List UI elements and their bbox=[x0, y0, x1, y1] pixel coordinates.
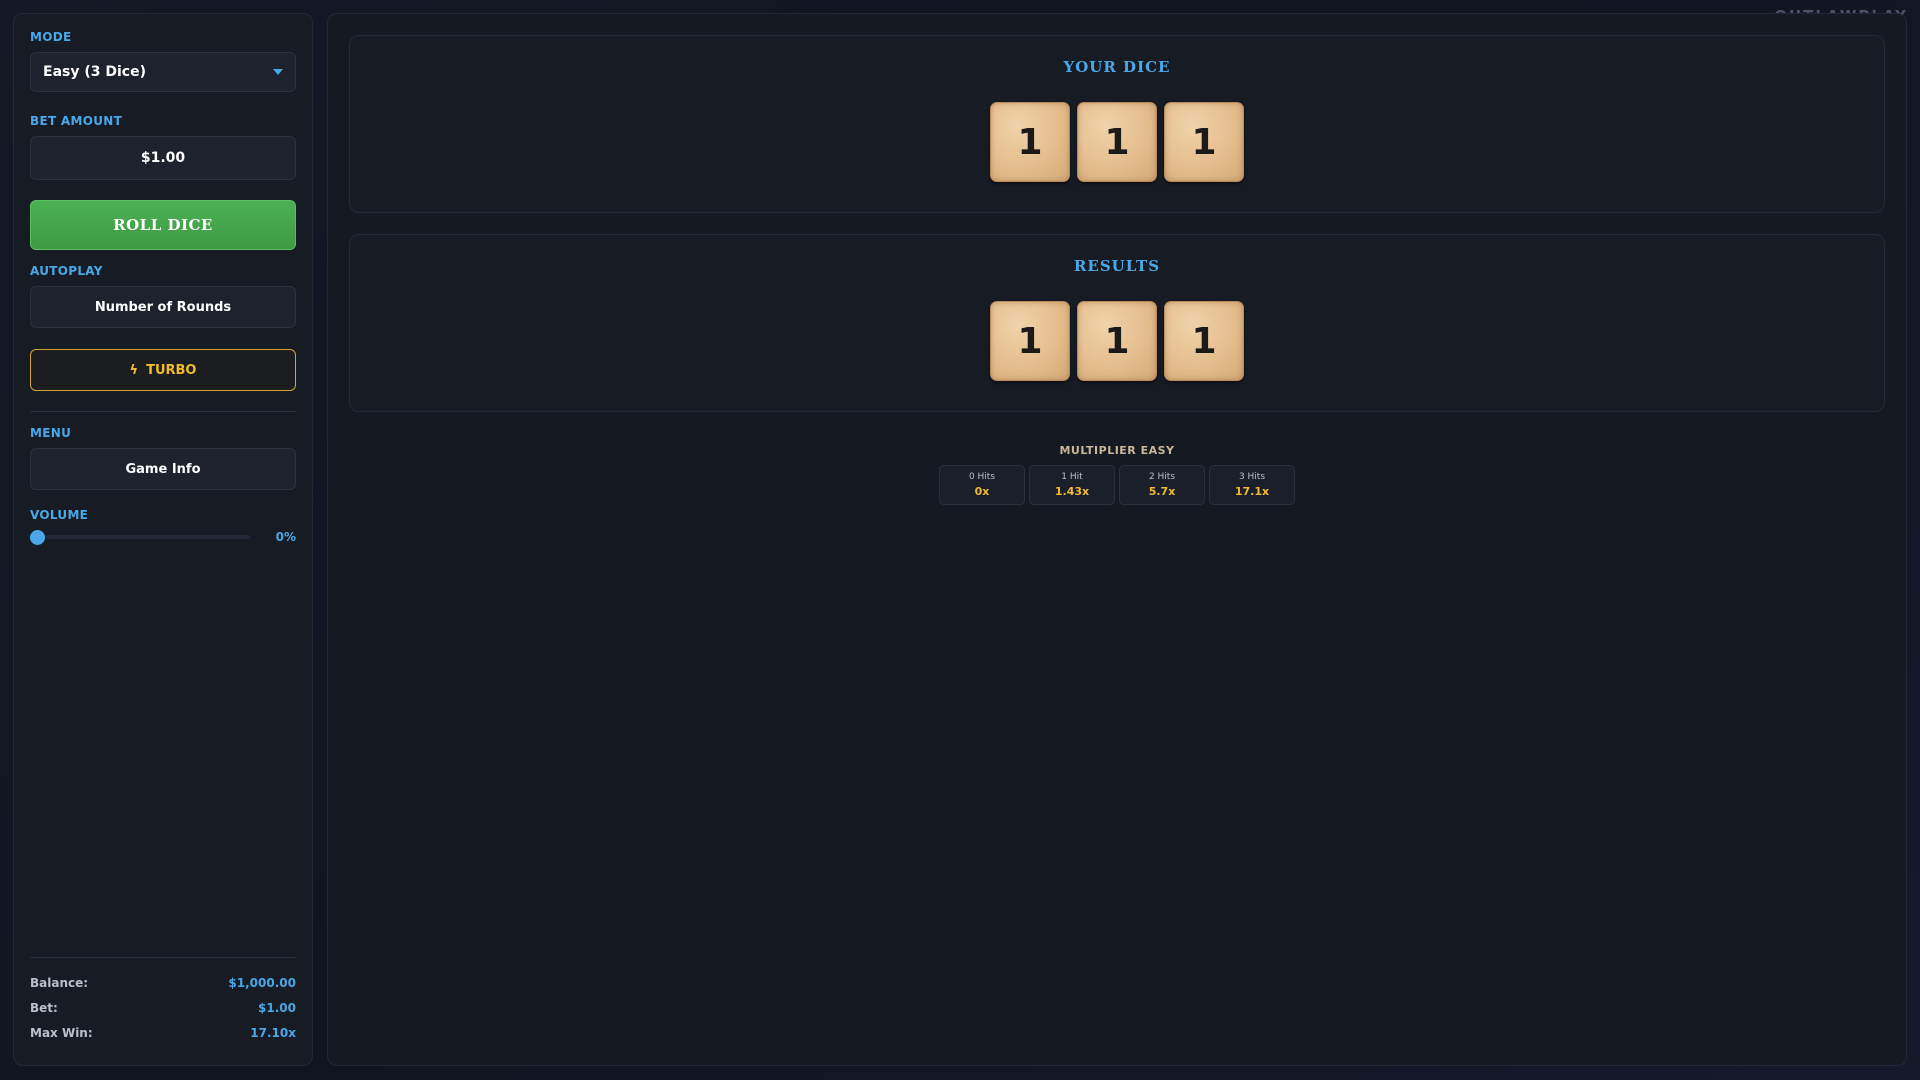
result-die-3: 1 bbox=[1164, 301, 1244, 381]
max-win-value: 17.10x bbox=[250, 1025, 296, 1040]
results-title: RESULTS bbox=[1073, 257, 1161, 275]
stats-panel: Balance: $1,000.00 Bet: $1.00 Max Win: 1… bbox=[30, 957, 296, 1045]
result-die-1: 1 bbox=[990, 301, 1070, 381]
volume-label: VOLUME bbox=[30, 508, 89, 522]
max-win-row: Max Win: 17.10x bbox=[30, 1020, 296, 1045]
your-dice-panel: YOUR DICE 1 1 1 bbox=[349, 35, 1885, 213]
bet-amount-label: BET AMOUNT bbox=[30, 114, 123, 128]
multiplier-value: 5.7x bbox=[1148, 485, 1176, 498]
multiplier-value: 1.43x bbox=[1054, 485, 1090, 498]
bet-amount-input[interactable]: $1.00 bbox=[30, 136, 296, 180]
volume-value: 0% bbox=[275, 530, 296, 544]
max-win-label: Max Win: bbox=[30, 1025, 93, 1040]
mode-select-value: Easy (3 Dice) bbox=[43, 64, 146, 80]
balance-label: Balance: bbox=[30, 975, 89, 990]
multiplier-cell-3-hits: 3 Hits 17.1x bbox=[1209, 465, 1295, 505]
balance-value: $1,000.00 bbox=[228, 975, 296, 990]
multiplier-hits: 0 Hits bbox=[968, 472, 996, 482]
mode-select[interactable]: Easy (3 Dice) bbox=[30, 52, 296, 92]
your-dice-title: YOUR DICE bbox=[1063, 58, 1171, 76]
results-panel: RESULTS 1 1 1 bbox=[349, 234, 1885, 412]
results-dice-row: 1 1 1 bbox=[350, 301, 1884, 381]
menu-label: MENU bbox=[30, 426, 72, 440]
multiplier-cell-0-hits: 0 Hits 0x bbox=[939, 465, 1025, 505]
result-die-2: 1 bbox=[1077, 301, 1157, 381]
multiplier-value: 0x bbox=[974, 485, 990, 498]
your-die-1[interactable]: 1 bbox=[990, 102, 1070, 182]
volume-slider[interactable] bbox=[30, 529, 250, 545]
lightning-icon: ϟ bbox=[129, 362, 139, 378]
chevron-down-icon bbox=[273, 69, 283, 75]
autoplay-label: AUTOPLAY bbox=[30, 264, 103, 278]
balance-row: Balance: $1,000.00 bbox=[30, 970, 296, 995]
volume-slider-handle[interactable] bbox=[30, 529, 45, 545]
turbo-button[interactable]: ϟ TURBO bbox=[30, 349, 296, 391]
multiplier-table: MULTIPLIER EASY 0 Hits 0x 1 Hit 1.43x 2 … bbox=[328, 444, 1906, 505]
your-die-3[interactable]: 1 bbox=[1164, 102, 1244, 182]
multiplier-cell-1-hit: 1 Hit 1.43x bbox=[1029, 465, 1115, 505]
sidebar-divider bbox=[30, 411, 296, 412]
your-die-2[interactable]: 1 bbox=[1077, 102, 1157, 182]
turbo-button-label: TURBO bbox=[146, 362, 197, 378]
control-sidebar: MODE Easy (3 Dice) BET AMOUNT $1.00 ROLL… bbox=[13, 13, 313, 1066]
bet-row: Bet: $1.00 bbox=[30, 995, 296, 1020]
multiplier-hits: 2 Hits bbox=[1148, 472, 1176, 482]
multiplier-title: MULTIPLIER EASY bbox=[1059, 444, 1175, 457]
number-of-rounds-button[interactable]: Number of Rounds bbox=[30, 286, 296, 328]
multiplier-cell-2-hits: 2 Hits 5.7x bbox=[1119, 465, 1205, 505]
multiplier-row: 0 Hits 0x 1 Hit 1.43x 2 Hits 5.7x 3 Hits… bbox=[328, 465, 1906, 505]
volume-control: 0% bbox=[30, 529, 296, 545]
mode-label: MODE bbox=[30, 30, 72, 44]
bet-value: $1.00 bbox=[258, 1000, 296, 1015]
game-board: YOUR DICE 1 1 1 RESULTS 1 1 1 MULTIPLIER… bbox=[327, 13, 1907, 1066]
your-dice-row: 1 1 1 bbox=[350, 102, 1884, 182]
multiplier-hits: 3 Hits bbox=[1238, 472, 1266, 482]
roll-dice-button[interactable]: ROLL DICE bbox=[30, 200, 296, 250]
multiplier-hits: 1 Hit bbox=[1061, 472, 1083, 482]
game-info-button[interactable]: Game Info bbox=[30, 448, 296, 490]
multiplier-value: 17.1x bbox=[1234, 485, 1270, 498]
bet-label: Bet: bbox=[30, 1000, 58, 1015]
